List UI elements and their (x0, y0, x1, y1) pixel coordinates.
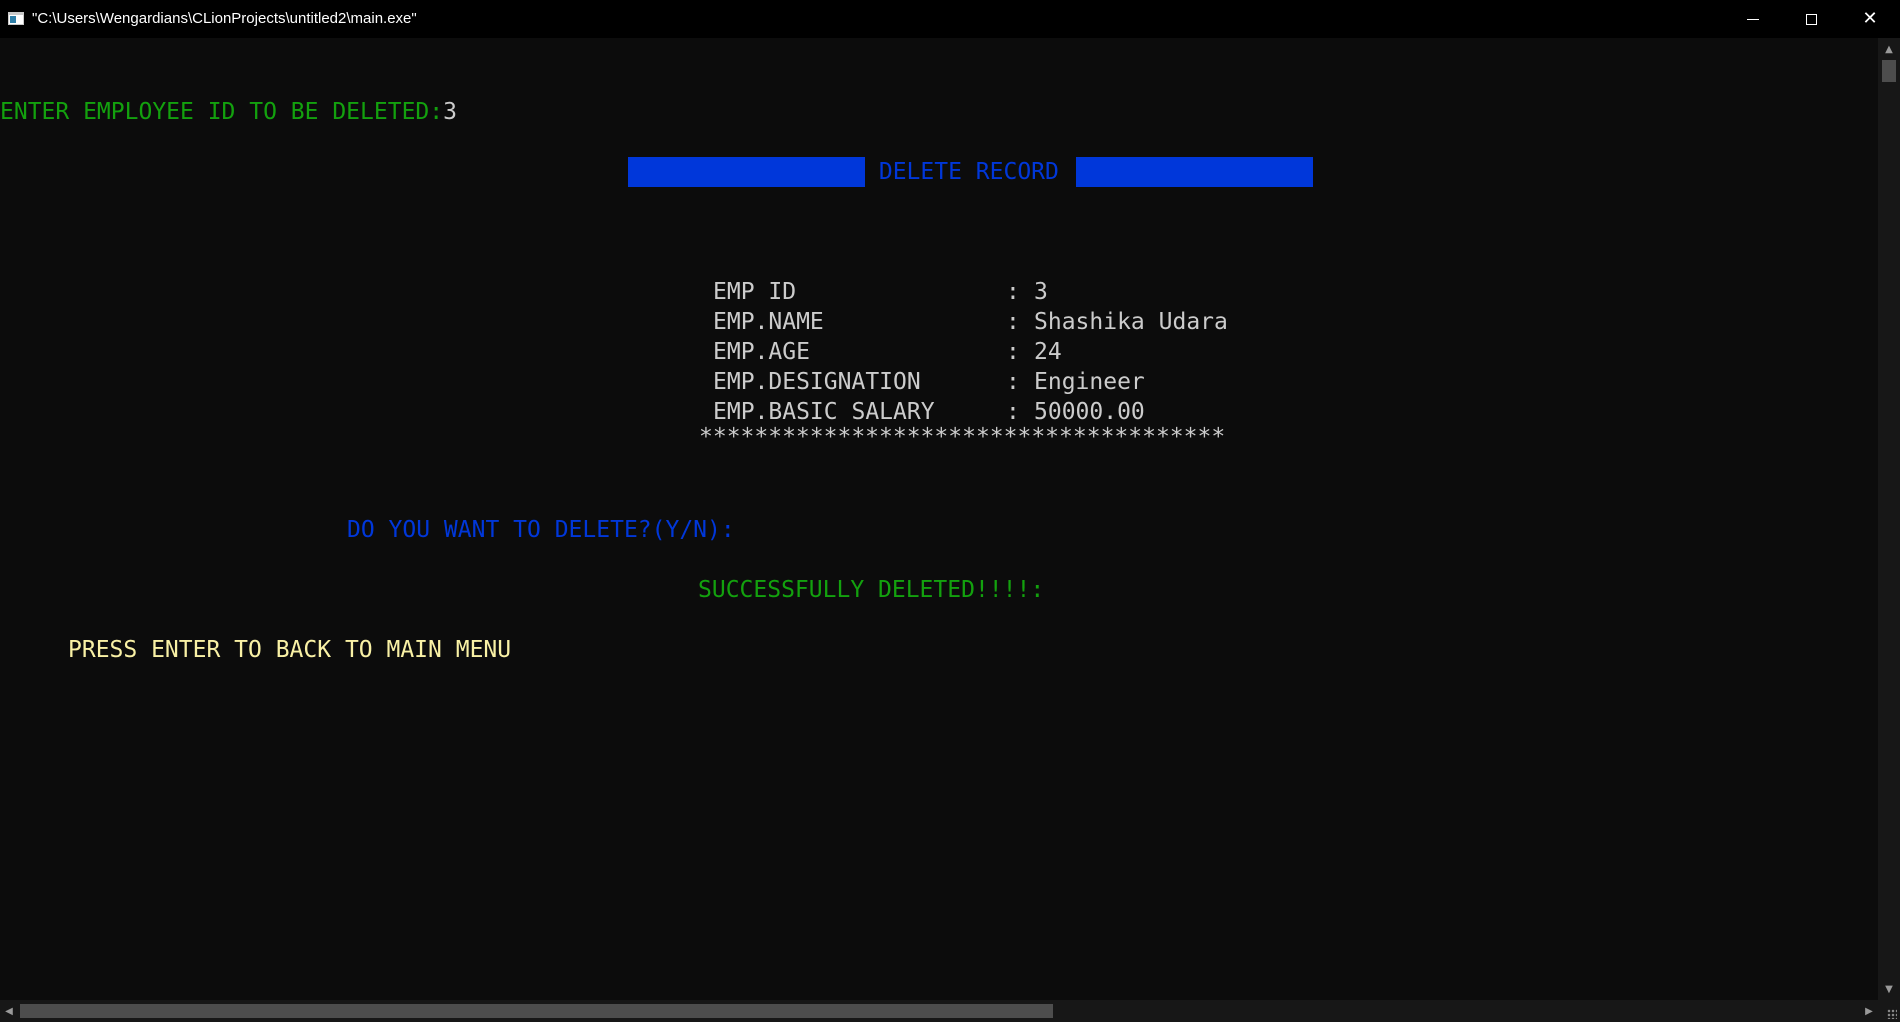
scroll-right-icon[interactable]: ▶ (1860, 1000, 1878, 1022)
delete-record-title: DELETE RECORD (865, 159, 1073, 185)
horizontal-scroll-thumb[interactable] (20, 1004, 1053, 1018)
vertical-scrollbar[interactable]: ▲ ▼ (1878, 38, 1900, 1000)
record-value-emp-designation: Engineer (1034, 369, 1145, 395)
minimize-icon (1747, 18, 1759, 20)
back-to-main-menu-prompt: PRESS ENTER TO BACK TO MAIN MENU (68, 637, 512, 663)
record-colon: : (1006, 309, 1034, 335)
close-icon: ✕ (1862, 8, 1878, 29)
minimize-button[interactable] (1724, 0, 1782, 38)
console-app-icon[interactable] (8, 12, 24, 25)
vertical-scroll-thumb[interactable] (1882, 60, 1896, 82)
title-bar[interactable]: "C:\Users\Wengardians\CLionProjects\unti… (0, 0, 1900, 38)
console-window: "C:\Users\Wengardians\CLionProjects\unti… (0, 0, 1900, 1022)
window-title: "C:\Users\Wengardians\CLionProjects\unti… (32, 10, 417, 27)
record-separator: ************************************** (699, 424, 1226, 450)
close-button[interactable]: ✕ (1841, 0, 1899, 38)
record-colon: : (1006, 339, 1034, 365)
console-output[interactable]: ENTER EMPLOYEE ID TO BE DELETED:3 DELETE… (0, 38, 1878, 1000)
record-colon: : (1006, 369, 1034, 395)
record-colon: : (1006, 279, 1034, 305)
scroll-down-icon[interactable]: ▼ (1878, 980, 1900, 998)
success-message: SUCCESSFULLY DELETED!!!!: (698, 577, 1045, 603)
employee-id-input-value: 3 (443, 99, 457, 125)
resize-grip-icon[interactable] (1887, 1009, 1897, 1019)
record-value-emp-id: 3 (1034, 279, 1048, 305)
scroll-left-icon[interactable]: ◀ (0, 1000, 18, 1022)
header-bar-left (628, 157, 865, 187)
record-label-emp-id: EMP ID (713, 279, 797, 305)
record-value-emp-name: Shashika Udara (1034, 309, 1228, 335)
horizontal-scrollbar[interactable]: ◀ ▶ (0, 1000, 1878, 1022)
employee-id-prompt-label: ENTER EMPLOYEE ID TO BE DELETED: (0, 99, 444, 125)
employee-id-prompt: ENTER EMPLOYEE ID TO BE DELETED:3 (0, 97, 457, 127)
maximize-button[interactable] (1782, 0, 1840, 38)
record-value-emp-age: 24 (1034, 339, 1062, 365)
maximize-icon (1805, 13, 1817, 25)
header-bar-right (1076, 157, 1313, 187)
record-label-emp-age: EMP.AGE (713, 339, 810, 365)
resize-corner[interactable] (1878, 1000, 1900, 1022)
record-label-emp-name: EMP.NAME (713, 309, 824, 335)
confirm-delete-prompt: DO YOU WANT TO DELETE?(Y/N): (347, 517, 735, 543)
scroll-up-icon[interactable]: ▲ (1878, 40, 1900, 58)
record-label-emp-designation: EMP.DESIGNATION (713, 369, 921, 395)
